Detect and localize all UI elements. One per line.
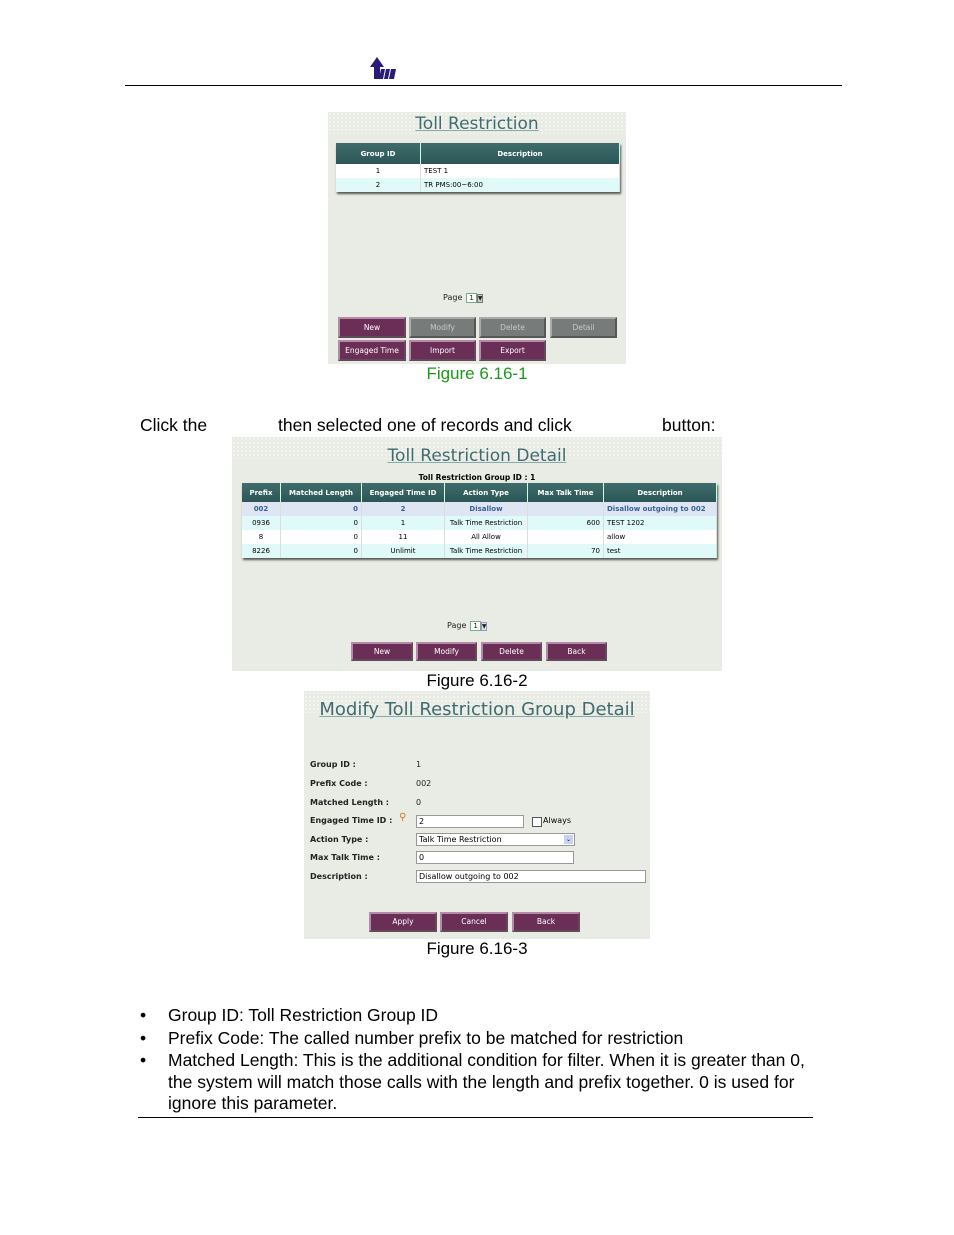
engaged-time-button[interactable]: Engaged Time [338, 340, 406, 361]
new-button[interactable]: New [351, 642, 413, 661]
col-description[interactable]: Description [603, 483, 717, 502]
table-row[interactable]: 2 TR PMS:00~6:00 [336, 178, 620, 192]
cancel-button[interactable]: Cancel [440, 912, 508, 932]
bullet-list: • Group ID: Toll Restriction Group ID • Pr… [140, 1004, 820, 1115]
figure-caption: Figure 6.16-1 [426, 364, 528, 383]
toll-restriction-detail-screenshot: Toll Restriction Detail Toll Restriction… [232, 437, 722, 671]
delete-button[interactable]: Delete [479, 317, 546, 338]
document-page: Toll Restriction Group ID Description 1 TE… [0, 0, 954, 1235]
apply-button[interactable]: Apply [369, 912, 437, 932]
matched-length-label: Matched Length : [310, 798, 390, 807]
instruction-text: Click the [140, 415, 208, 435]
new-button[interactable]: New [338, 317, 406, 338]
table-row[interactable]: 8 0 11 All Allow allow [242, 530, 717, 544]
table-row[interactable]: 1 TEST 1 [336, 164, 620, 178]
page-select[interactable]: 1 [470, 621, 481, 631]
bullet-item: • Matched Length: This is the additional … [140, 1050, 805, 1113]
engaged-time-id-input[interactable]: 2 [416, 815, 524, 828]
modify-button[interactable]: Modify [416, 642, 477, 661]
max-talk-time-label: Max Talk Time : [310, 853, 380, 862]
table-row-selected[interactable]: 002 0 2 Disallow Disallow outgoing to 002 [242, 502, 717, 516]
table-row[interactable]: 8226 0 Unlimit Talk Time Restriction 70 test [242, 544, 717, 558]
modify-button[interactable]: Modify [409, 317, 476, 338]
back-button[interactable]: Back [512, 912, 580, 932]
chevron-down-icon: ⌄ [564, 835, 573, 844]
page-title: Toll Restriction [415, 114, 539, 134]
table-row[interactable]: 0936 0 1 Talk Time Restriction 600 TEST 1202 [242, 516, 717, 530]
col-max-talk-time[interactable]: Max Talk Time [527, 483, 604, 502]
instruction-text: then selected one of records and click [278, 415, 572, 435]
engaged-time-id-label: Engaged Time ID : [310, 816, 393, 825]
col-engaged-time-id[interactable]: Engaged Time ID [361, 483, 445, 502]
pagination: Page 1 ▼ [447, 621, 488, 631]
detail-button[interactable]: Detail [550, 317, 617, 338]
description-input[interactable]: Disallow outgoing to 002 [416, 870, 646, 883]
col-action-type[interactable]: Action Type [444, 483, 528, 502]
page-title: Toll Restriction Detail [387, 446, 567, 466]
matched-length-value: 0 [416, 798, 422, 807]
delete-button[interactable]: Delete [481, 642, 542, 661]
group-subtitle: Toll Restriction Group ID : 1 [418, 473, 536, 482]
page-select[interactable]: 1 [466, 293, 477, 303]
action-type-select[interactable]: Talk Time Restriction ⌄ [416, 833, 575, 846]
description-label: Description : [310, 872, 368, 881]
back-button[interactable]: Back [546, 642, 607, 661]
toll-restriction-screenshot: Toll Restriction Group ID Description 1 TE… [328, 112, 626, 364]
always-label: Always [543, 816, 572, 825]
col-prefix[interactable]: Prefix [242, 483, 281, 502]
max-talk-time-input[interactable]: 0 [416, 851, 574, 864]
bullet-item: • Prefix Code: The called number prefix t… [140, 1028, 684, 1048]
search-icon[interactable]: ⚲ [399, 812, 406, 823]
detail-table: Prefix Matched Length Engaged Time ID Ac… [242, 483, 717, 558]
action-type-label: Action Type : [310, 835, 369, 844]
pagination: Page 1 ▼ [443, 293, 484, 303]
bullet-item: • Group ID: Toll Restriction Group ID [140, 1005, 439, 1025]
col-group-id[interactable]: Group ID [336, 143, 421, 164]
group-table: Group ID Description 1 TEST 1 2 TR PMS:00~6… [336, 143, 620, 192]
instruction-text: button: [662, 415, 716, 435]
prefix-code-label: Prefix Code : [310, 779, 368, 788]
col-matched-length[interactable]: Matched Length [280, 483, 362, 502]
prefix-code-value: 002 [416, 779, 432, 788]
always-checkbox[interactable] [532, 817, 542, 827]
group-id-value: 1 [416, 760, 422, 769]
footer-rule [138, 1117, 813, 1118]
header-rule [125, 85, 842, 86]
group-id-label: Group ID : [310, 760, 356, 769]
import-button[interactable]: Import [409, 340, 476, 361]
company-logo [370, 57, 396, 79]
figure-caption: Figure 6.16-3 [426, 939, 528, 958]
page-title: Modify Toll Restriction Group Detail [319, 699, 635, 720]
export-button[interactable]: Export [479, 340, 546, 361]
col-description[interactable]: Description [420, 143, 620, 164]
figure-caption: Figure 6.16-2 [426, 671, 528, 690]
